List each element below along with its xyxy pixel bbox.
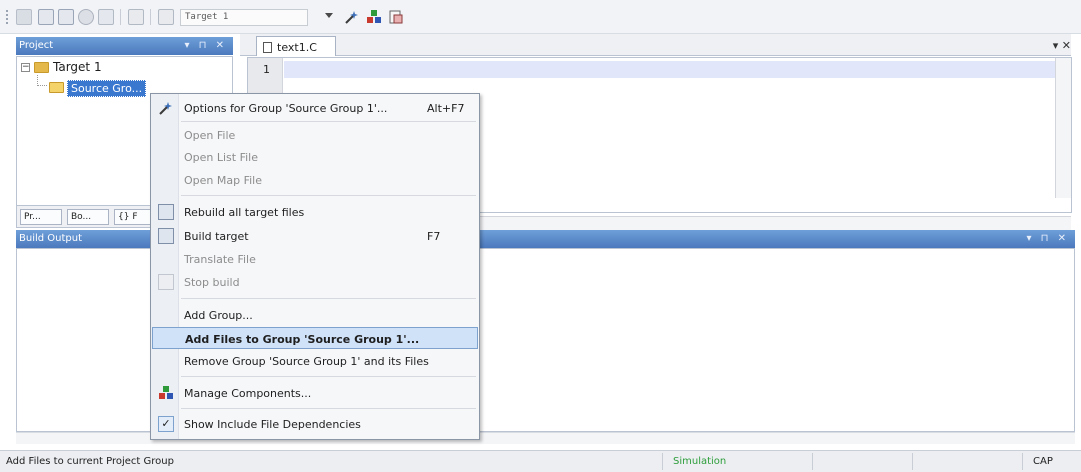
toolbar-grip[interactable] xyxy=(6,10,9,24)
menu-shortcut: Alt+F7 xyxy=(427,102,465,115)
menu-item-build-target[interactable]: Build target F7 xyxy=(152,225,478,247)
menu-item-rebuild-all[interactable]: Rebuild all target files xyxy=(152,201,478,223)
menu-label: Translate File xyxy=(184,253,256,266)
collapse-icon[interactable]: − xyxy=(21,63,30,72)
menu-label: Add Group... xyxy=(184,309,253,322)
options-wand-icon xyxy=(158,100,174,116)
menu-label: Show Include File Dependencies xyxy=(184,418,361,431)
document-icon xyxy=(263,42,272,53)
stop-build-icon xyxy=(158,274,174,290)
checkmark-icon: ✓ xyxy=(158,416,174,432)
status-blank-1 xyxy=(812,453,912,470)
tree-connector xyxy=(37,75,47,86)
manage-components-icon[interactable] xyxy=(366,9,382,25)
build-output-label: Build Output xyxy=(19,233,83,244)
menu-item-stop-build[interactable]: Stop build xyxy=(152,271,478,293)
translate-icon[interactable] xyxy=(16,9,32,25)
tree-item-source-group[interactable]: Source Gro... xyxy=(67,80,147,97)
context-menu: Options for Group 'Source Group 1'... Al… xyxy=(150,93,480,440)
menu-label: Options for Group 'Source Group 1'... xyxy=(184,102,388,115)
status-bar: Add Files to current Project Group Simul… xyxy=(0,450,1081,472)
tab-functions-label: {} F xyxy=(118,212,138,222)
build-output-controls[interactable]: ▾ ⊓ ✕ xyxy=(1026,233,1069,244)
components-icon xyxy=(158,385,174,401)
menu-item-open-map-file[interactable]: Open Map File xyxy=(152,169,478,191)
tab-books-label: Bo... xyxy=(71,212,92,222)
rebuild-icon xyxy=(158,204,174,220)
tab-project[interactable]: Pr... xyxy=(20,209,62,225)
menu-item-add-group[interactable]: Add Group... xyxy=(152,304,478,326)
chevron-down-icon[interactable] xyxy=(325,13,333,18)
editor-tab-strip xyxy=(240,34,1071,56)
editor-tab-label: text1.C xyxy=(277,41,317,54)
menu-item-translate-file[interactable]: Translate File xyxy=(152,248,478,270)
tab-project-label: Pr... xyxy=(24,212,41,222)
group-folder-icon xyxy=(49,82,64,93)
status-blank-2 xyxy=(912,453,1022,470)
menu-item-open-file[interactable]: Open File xyxy=(152,124,478,146)
menu-label: Remove Group 'Source Group 1' and its Fi… xyxy=(184,355,429,368)
line-number: 1 xyxy=(263,63,270,76)
batch-build-icon[interactable] xyxy=(78,9,94,25)
menu-item-show-include-deps[interactable]: ✓ Show Include File Dependencies xyxy=(152,413,478,435)
menu-item-remove-group[interactable]: Remove Group 'Source Group 1' and its Fi… xyxy=(152,350,478,372)
editor-vertical-scrollbar[interactable] xyxy=(1055,58,1071,198)
menu-label: Open Map File xyxy=(184,174,262,187)
target-folder-icon xyxy=(34,62,49,73)
tab-text1-c[interactable]: text1.C xyxy=(256,36,336,56)
target-select[interactable]: Target 1 xyxy=(180,9,308,26)
menu-label: Add Files to Group 'Source Group 1'... xyxy=(185,333,420,346)
file-extensions-icon[interactable] xyxy=(388,9,404,25)
build-icon xyxy=(158,228,174,244)
options-wand-icon[interactable] xyxy=(344,9,360,25)
menu-label: Open File xyxy=(184,129,236,142)
menu-label: Build target xyxy=(184,230,249,243)
menu-item-add-files-to-group[interactable]: Add Files to Group 'Source Group 1'... xyxy=(152,327,478,349)
menu-label: Stop build xyxy=(184,276,240,289)
toolbar: Target 1 xyxy=(0,0,1081,34)
project-panel-title: Project ▾ ⊓ ✕ xyxy=(16,37,233,55)
status-caps: CAP xyxy=(1022,453,1081,470)
target-options-icon[interactable] xyxy=(158,9,174,25)
menu-label: Manage Components... xyxy=(184,387,312,400)
menu-item-manage-components[interactable]: Manage Components... xyxy=(152,382,478,404)
project-panel-controls[interactable]: ▾ ⊓ ✕ xyxy=(184,40,227,51)
menu-label: Rebuild all target files xyxy=(184,206,305,219)
menu-item-options-for-group[interactable]: Options for Group 'Source Group 1'... Al… xyxy=(152,97,478,119)
build-icon[interactable] xyxy=(38,9,54,25)
editor-close-controls[interactable]: ▾ ✕ xyxy=(1053,39,1071,52)
status-message: Add Files to current Project Group xyxy=(6,456,174,467)
stop-build-icon[interactable] xyxy=(98,9,114,25)
rebuild-icon[interactable] xyxy=(58,9,74,25)
tree-item-target[interactable]: Target 1 xyxy=(53,60,102,74)
tab-functions[interactable]: {} F xyxy=(114,209,154,225)
tab-books[interactable]: Bo... xyxy=(67,209,109,225)
menu-item-open-list-file[interactable]: Open List File xyxy=(152,146,478,168)
project-title-label: Project xyxy=(19,40,54,51)
current-line-highlight xyxy=(284,61,1056,78)
download-icon[interactable] xyxy=(128,9,144,25)
menu-shortcut: F7 xyxy=(427,230,441,243)
status-simulation: Simulation xyxy=(662,453,812,470)
menu-label: Open List File xyxy=(184,151,259,164)
